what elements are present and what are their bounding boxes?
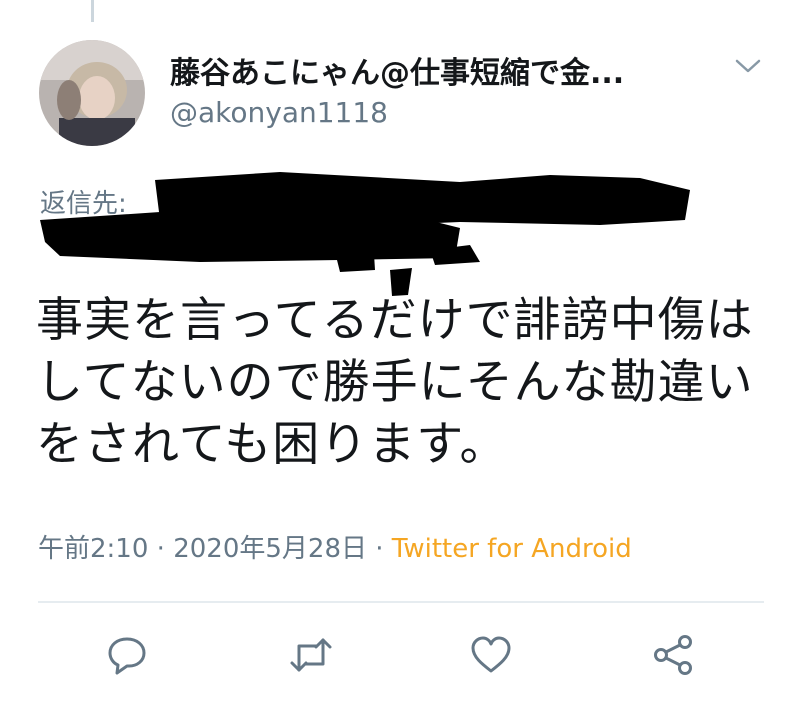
reply-button[interactable]: [104, 632, 150, 678]
author-handle[interactable]: @akonyan1118: [170, 96, 388, 129]
reply-icon: [108, 637, 146, 675]
tweet-text: 事実を言ってるだけで誹謗中傷はしてないので勝手にそんな勘違いをされても困ります。: [36, 293, 754, 472]
share-button[interactable]: [650, 632, 696, 678]
thread-connector-line: [91, 0, 94, 22]
retweet-icon: [290, 638, 332, 672]
author-display-name[interactable]: 藤谷あこにゃん@仕事短縮で金...: [170, 48, 624, 92]
tweet-date: 2020年5月28日: [173, 534, 367, 564]
avatar[interactable]: [39, 40, 145, 146]
retweet-button[interactable]: [288, 632, 334, 678]
divider: [38, 601, 764, 603]
heart-icon: [471, 636, 511, 673]
tweet-source-link[interactable]: Twitter for Android: [392, 534, 632, 564]
tweet-time: 午前2:10: [38, 534, 149, 564]
avatar-photo: [39, 40, 145, 146]
redaction-scribble: [40, 172, 690, 296]
tweet-meta: 午前2:10 · 2020年5月28日 · Twitter for Androi…: [38, 528, 632, 565]
meta-separator: ·: [148, 534, 174, 564]
chevron-down-icon[interactable]: [734, 56, 762, 76]
share-icon: [654, 635, 692, 675]
meta-separator: ·: [366, 534, 392, 564]
like-button[interactable]: [468, 632, 514, 678]
